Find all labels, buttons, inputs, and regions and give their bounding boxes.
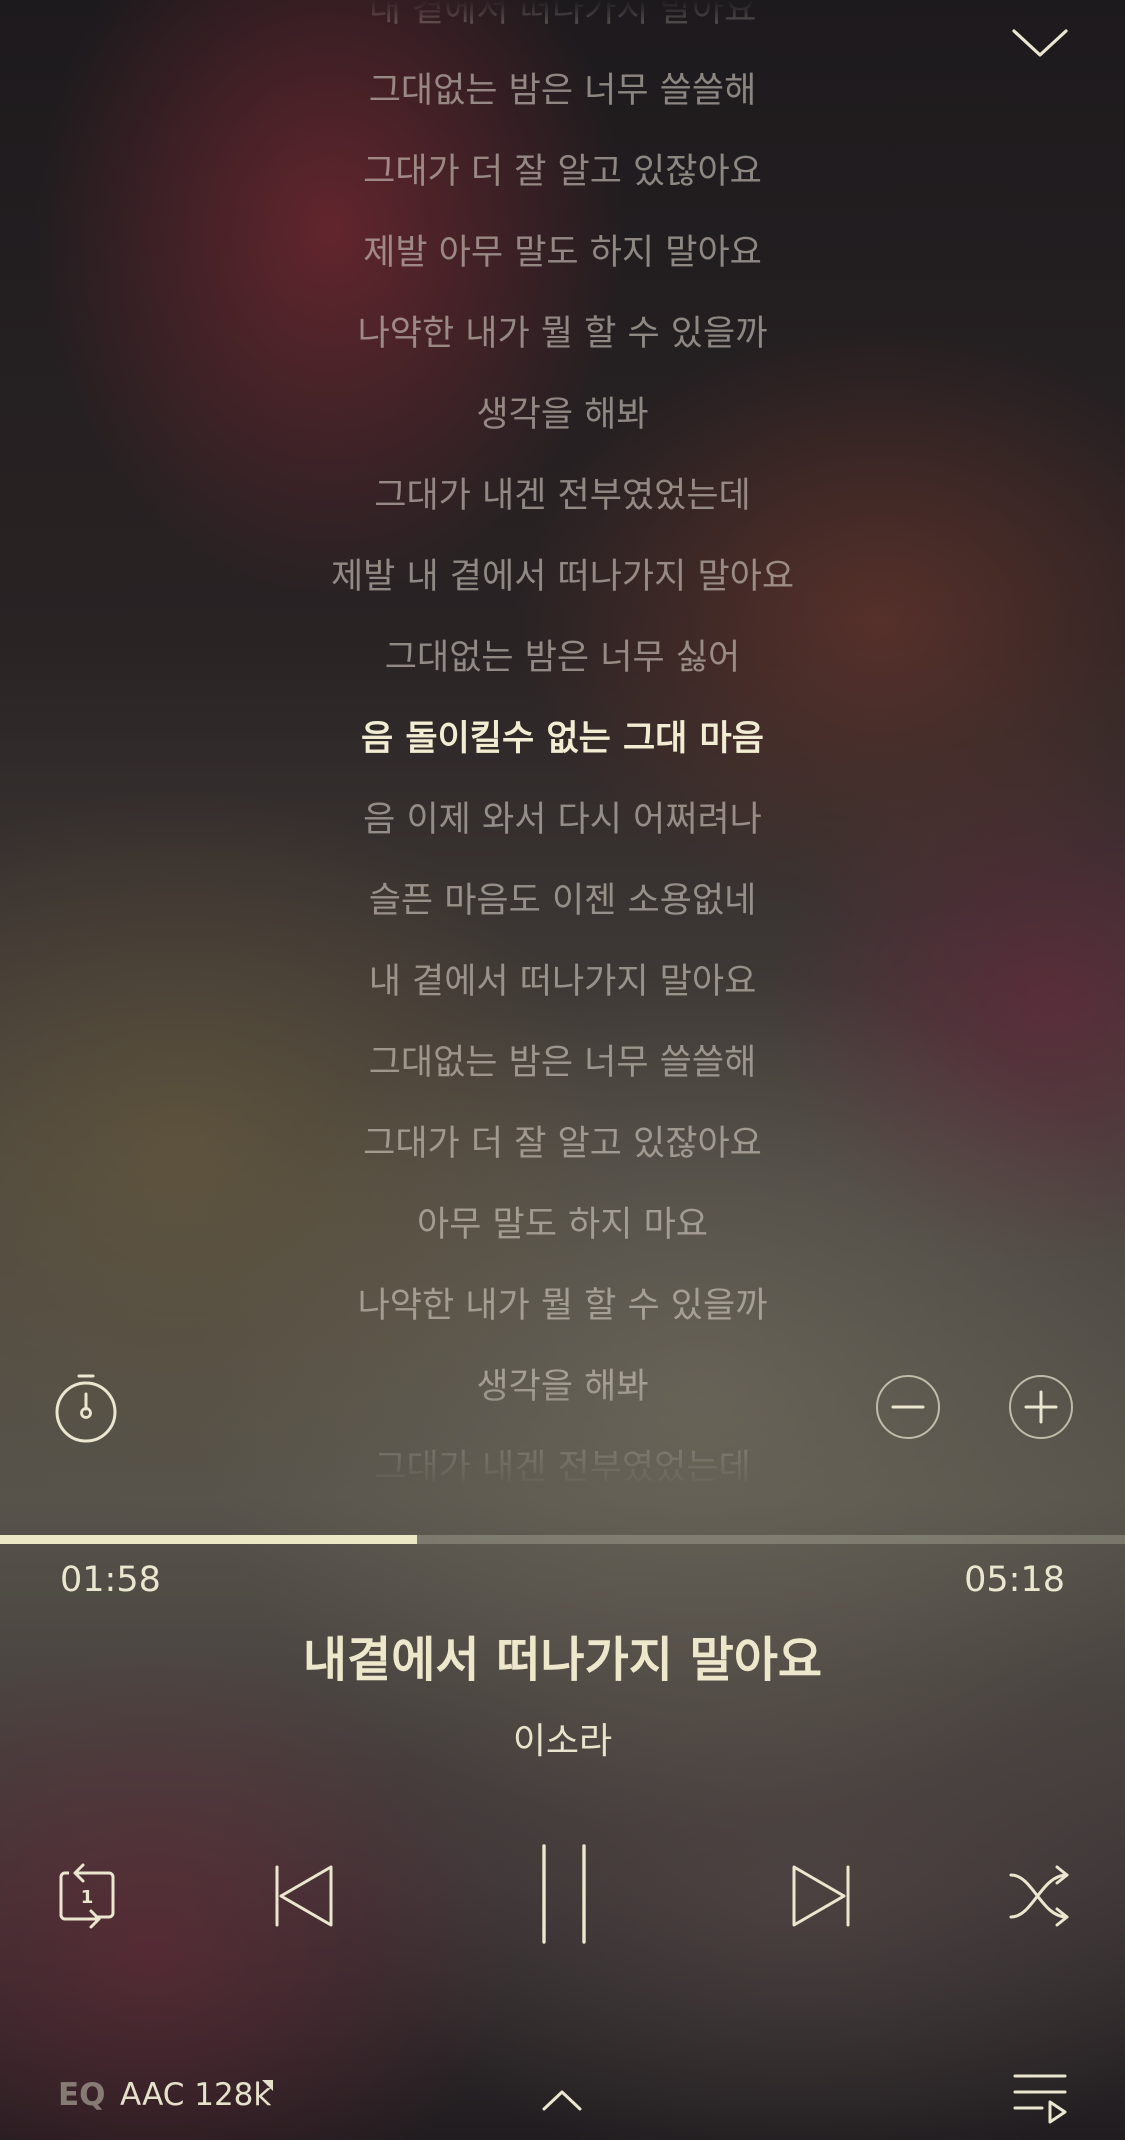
next-button[interactable] (785, 1860, 857, 1932)
progress-bar[interactable] (0, 1535, 1125, 1544)
pause-button[interactable] (528, 1842, 600, 1946)
player-screen: 내 곁에서 떠나가지 말아요 그대없는 밤은 너무 쓸쓸해 그대가 더 잘 알고 있… (0, 0, 1125, 2140)
artist-name[interactable]: 이소라 (0, 1712, 1125, 1764)
lyric-line[interactable]: 그대없는 밤은 너무 쓸쓸해 (0, 51, 1125, 132)
lyric-line[interactable]: 나약한 내가 뭘 할 수 있을까 (0, 294, 1125, 375)
total-duration: 05:18 (964, 1560, 1065, 1600)
playlist-button[interactable] (1010, 2068, 1070, 2128)
svg-text:1: 1 (81, 1887, 94, 1908)
lyric-line[interactable]: 그대가 내겐 전부였었는데 (0, 1428, 1125, 1500)
lyrics-font-decrease-button[interactable] (875, 1374, 941, 1440)
lyric-line[interactable]: 제발 내 곁에서 떠나가지 말아요 (0, 537, 1125, 618)
previous-button[interactable] (268, 1860, 340, 1932)
pause-icon (542, 1844, 586, 1944)
playlist-icon (1013, 2074, 1067, 2124)
quality-selector[interactable]: AAC 128k (120, 2077, 271, 2113)
lyric-line[interactable]: 생각을 해봐 (0, 1347, 1125, 1428)
lyrics-font-increase-button[interactable] (1008, 1374, 1074, 1440)
chevron-up-icon (542, 2090, 582, 2111)
lyric-line[interactable]: 아무 말도 하지 마요 (0, 1185, 1125, 1266)
lyric-line[interactable]: 그대가 내겐 전부였었는데 (0, 456, 1125, 537)
eq-button[interactable]: EQ (58, 2077, 106, 2113)
lyric-line[interactable]: 생각을 해봐 (0, 375, 1125, 456)
quality-dropdown-indicator (262, 2080, 273, 2091)
lyric-line[interactable]: 그대가 더 잘 알고 있잖아요 (0, 132, 1125, 213)
repeat-button[interactable]: 1 (52, 1858, 122, 1934)
lyric-line-current[interactable]: 음 돌이킬수 없는 그대 마음 (0, 699, 1125, 780)
next-icon (792, 1865, 850, 1927)
lyric-line[interactable]: 제발 아무 말도 하지 말아요 (0, 213, 1125, 294)
repeat-one-icon: 1 (59, 1863, 115, 1929)
lyric-line[interactable]: 그대없는 밤은 너무 쓸쓸해 (0, 1023, 1125, 1104)
stopwatch-icon (55, 1374, 117, 1443)
minus-icon (876, 1375, 940, 1439)
progress-fill (0, 1535, 418, 1544)
lyric-line[interactable]: 나약한 내가 뭘 할 수 있을까 (0, 1266, 1125, 1347)
song-title: 내곁에서 떠나가지 말아요 (302, 1632, 823, 1688)
lyric-line[interactable]: 내 곁에서 떠나가지 말아요 (0, 0, 1125, 51)
sleep-timer-button[interactable] (50, 1370, 122, 1446)
collapse-button[interactable] (1005, 18, 1075, 68)
previous-icon (275, 1865, 333, 1927)
lyric-line[interactable]: 슬픈 마음도 이젠 소용없네 (0, 861, 1125, 942)
shuffle-button[interactable] (1004, 1862, 1076, 1930)
expand-button[interactable] (532, 2082, 592, 2118)
lyric-line[interactable]: 음 이제 와서 다시 어쩌려나 (0, 780, 1125, 861)
plus-icon (1009, 1375, 1073, 1439)
shuffle-icon (1009, 1865, 1069, 1927)
lyric-line[interactable]: 그대가 더 잘 알고 있잖아요 (0, 1104, 1125, 1185)
lyrics-view[interactable]: 내 곁에서 떠나가지 말아요 그대없는 밤은 너무 쓸쓸해 그대가 더 잘 알고 있… (0, 0, 1125, 1500)
lyric-line[interactable]: 그대없는 밤은 너무 싫어 (0, 618, 1125, 699)
elapsed-time: 01:58 (60, 1560, 161, 1600)
lyric-line[interactable]: 내 곁에서 떠나가지 말아요 (0, 942, 1125, 1023)
chevron-down-icon (1012, 29, 1068, 57)
